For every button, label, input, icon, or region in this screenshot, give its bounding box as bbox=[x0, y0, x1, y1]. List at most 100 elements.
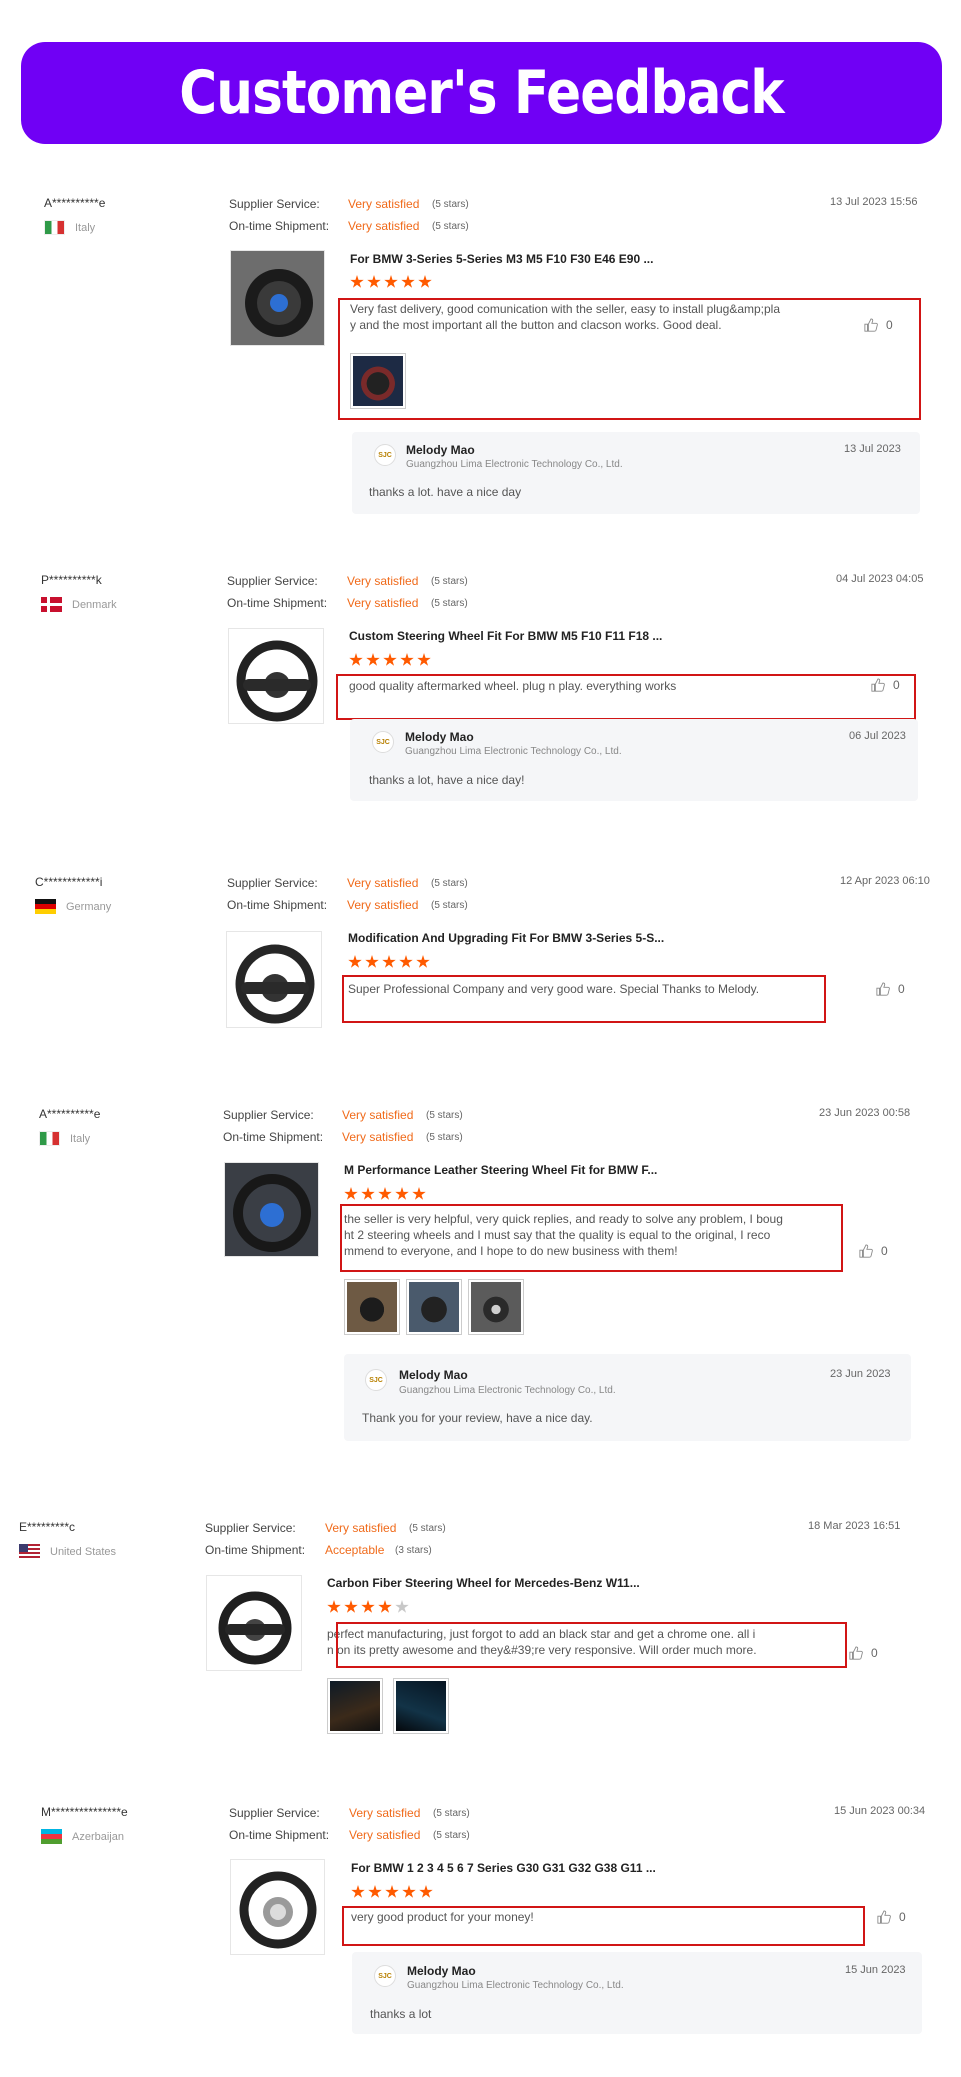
on-time-shipment-stars: (5 stars) bbox=[431, 900, 468, 911]
supplier-service-label: Supplier Service: bbox=[227, 574, 318, 588]
like-button[interactable]: 0 bbox=[877, 1910, 906, 1924]
supplier-service-value: Very satisfied bbox=[348, 197, 420, 211]
on-time-shipment-label: On-time Shipment: bbox=[227, 596, 328, 610]
on-time-shipment-value: Very satisfied bbox=[347, 898, 419, 912]
rating-stars bbox=[351, 1885, 433, 1899]
review-date: 13 Jul 2023 15:56 bbox=[830, 196, 918, 208]
thumbs-up-icon bbox=[871, 678, 885, 692]
reviewer-name: P**********k bbox=[41, 573, 102, 587]
supplier-service-label: Supplier Service: bbox=[223, 1108, 314, 1122]
country-label: Italy bbox=[70, 1132, 91, 1145]
star-icon bbox=[349, 653, 363, 666]
thumbs-up-icon bbox=[877, 1910, 891, 1924]
reviewer-name: E*********c bbox=[19, 1520, 76, 1534]
on-time-shipment-stars: (5 stars) bbox=[426, 1132, 463, 1143]
thumbs-up-icon bbox=[876, 982, 890, 996]
star-icon bbox=[368, 1885, 382, 1898]
star-icon bbox=[402, 1885, 416, 1898]
seller-reply: SJC Melody Mao Guangzhou Lima Electronic… bbox=[352, 1952, 922, 2034]
supplier-service-stars: (5 stars) bbox=[426, 1110, 463, 1121]
review-photo[interactable] bbox=[393, 1678, 449, 1734]
on-time-shipment-value: Very satisfied bbox=[342, 1130, 414, 1144]
like-count: 0 bbox=[881, 1244, 888, 1258]
reviewer-name: A**********e bbox=[44, 196, 106, 210]
review-date: 15 Jun 2023 00:34 bbox=[834, 1805, 926, 1817]
highlight-box bbox=[342, 975, 826, 1023]
like-button[interactable]: 0 bbox=[864, 318, 893, 332]
review-photo[interactable] bbox=[327, 1678, 383, 1734]
star-icon bbox=[327, 1600, 341, 1613]
review-video[interactable] bbox=[468, 1279, 524, 1335]
supplier-service-value: Very satisfied bbox=[349, 1806, 421, 1820]
supplier-service-label: Supplier Service: bbox=[229, 197, 320, 211]
on-time-shipment-value: Very satisfied bbox=[349, 1828, 421, 1842]
star-icon bbox=[401, 275, 415, 288]
supplier-service-stars: (5 stars) bbox=[409, 1523, 446, 1534]
review-photo[interactable] bbox=[406, 1279, 462, 1335]
star-icon bbox=[344, 1187, 358, 1200]
supplier-service-stars: (5 stars) bbox=[432, 199, 469, 210]
like-count: 0 bbox=[871, 1646, 878, 1660]
product-image[interactable] bbox=[230, 250, 325, 346]
review-photo[interactable] bbox=[350, 353, 406, 409]
reviewer-country: United States bbox=[19, 1544, 116, 1559]
highlight-box bbox=[342, 1906, 865, 1946]
product-title[interactable]: For BMW 1 2 3 4 5 6 7 Series G30 G31 G32… bbox=[351, 1861, 656, 1875]
seller-logo-icon: SJC bbox=[374, 444, 396, 466]
like-button[interactable]: 0 bbox=[859, 1244, 888, 1258]
reply-company: Guangzhou Lima Electronic Technology Co.… bbox=[405, 746, 622, 757]
italy-flag-icon bbox=[39, 1131, 60, 1146]
star-icon bbox=[383, 653, 397, 666]
product-title[interactable]: Custom Steering Wheel Fit For BMW M5 F10… bbox=[349, 629, 662, 643]
seller-reply: SJC Melody Mao Guangzhou Lima Electronic… bbox=[344, 1354, 911, 1441]
star-icon bbox=[419, 1885, 433, 1898]
reply-date: 23 Jun 2023 bbox=[830, 1368, 891, 1380]
product-title[interactable]: M Performance Leather Steering Wheel Fit… bbox=[344, 1163, 657, 1177]
seller-logo-icon: SJC bbox=[372, 731, 394, 753]
seller-reply: SJC Melody Mao Guangzhou Lima Electronic… bbox=[352, 432, 920, 514]
star-icon bbox=[361, 1600, 375, 1613]
supplier-service-label: Supplier Service: bbox=[227, 876, 318, 890]
denmark-flag-icon bbox=[41, 597, 62, 612]
like-count: 0 bbox=[898, 982, 905, 996]
product-title[interactable]: Carbon Fiber Steering Wheel for Mercedes… bbox=[327, 1576, 640, 1590]
product-image[interactable] bbox=[228, 628, 324, 724]
product-image[interactable] bbox=[226, 931, 322, 1028]
star-icon bbox=[365, 955, 379, 968]
country-label: Azerbaijan bbox=[72, 1830, 124, 1843]
seller-reply: SJC Melody Mao Guangzhou Lima Electronic… bbox=[350, 719, 918, 801]
supplier-service-stars: (5 stars) bbox=[431, 576, 468, 587]
reviewer-country: Azerbaijan bbox=[41, 1829, 124, 1844]
star-icon bbox=[366, 653, 380, 666]
like-button[interactable]: 0 bbox=[876, 982, 905, 996]
on-time-shipment-value: Acceptable bbox=[325, 1543, 385, 1557]
reply-text: thanks a lot, have a nice day! bbox=[369, 773, 525, 787]
review-photo[interactable] bbox=[344, 1279, 400, 1335]
product-image[interactable] bbox=[206, 1575, 302, 1671]
on-time-shipment-label: On-time Shipment: bbox=[229, 219, 330, 233]
product-image[interactable] bbox=[224, 1162, 319, 1257]
like-button[interactable]: 0 bbox=[849, 1646, 878, 1660]
country-label: Denmark bbox=[72, 598, 117, 611]
product-title[interactable]: For BMW 3-Series 5-Series M3 M5 F10 F30 … bbox=[350, 252, 653, 266]
star-icon bbox=[361, 1187, 375, 1200]
rating-stars bbox=[344, 1187, 426, 1201]
steering-wheel-image-icon bbox=[225, 1163, 318, 1256]
supplier-service-label: Supplier Service: bbox=[229, 1806, 320, 1820]
reply-name: Melody Mao bbox=[406, 443, 475, 457]
product-title[interactable]: Modification And Upgrading Fit For BMW 3… bbox=[348, 931, 664, 945]
reviewer-country: Germany bbox=[35, 899, 111, 914]
like-button[interactable]: 0 bbox=[871, 678, 900, 692]
star-icon bbox=[384, 275, 398, 288]
thumbs-up-icon bbox=[849, 1646, 863, 1660]
supplier-service-value: Very satisfied bbox=[325, 1521, 397, 1535]
azerbaijan-flag-icon bbox=[41, 1829, 62, 1844]
review-date: 18 Mar 2023 16:51 bbox=[808, 1520, 901, 1532]
supplier-service-label: Supplier Service: bbox=[205, 1521, 296, 1535]
star-icon bbox=[351, 1885, 365, 1898]
reply-company: Guangzhou Lima Electronic Technology Co.… bbox=[407, 1980, 624, 1991]
star-icon bbox=[417, 653, 431, 666]
on-time-shipment-stars: (5 stars) bbox=[432, 221, 469, 232]
reply-text: Thank you for your review, have a nice d… bbox=[362, 1411, 593, 1425]
product-image[interactable] bbox=[230, 1859, 325, 1955]
